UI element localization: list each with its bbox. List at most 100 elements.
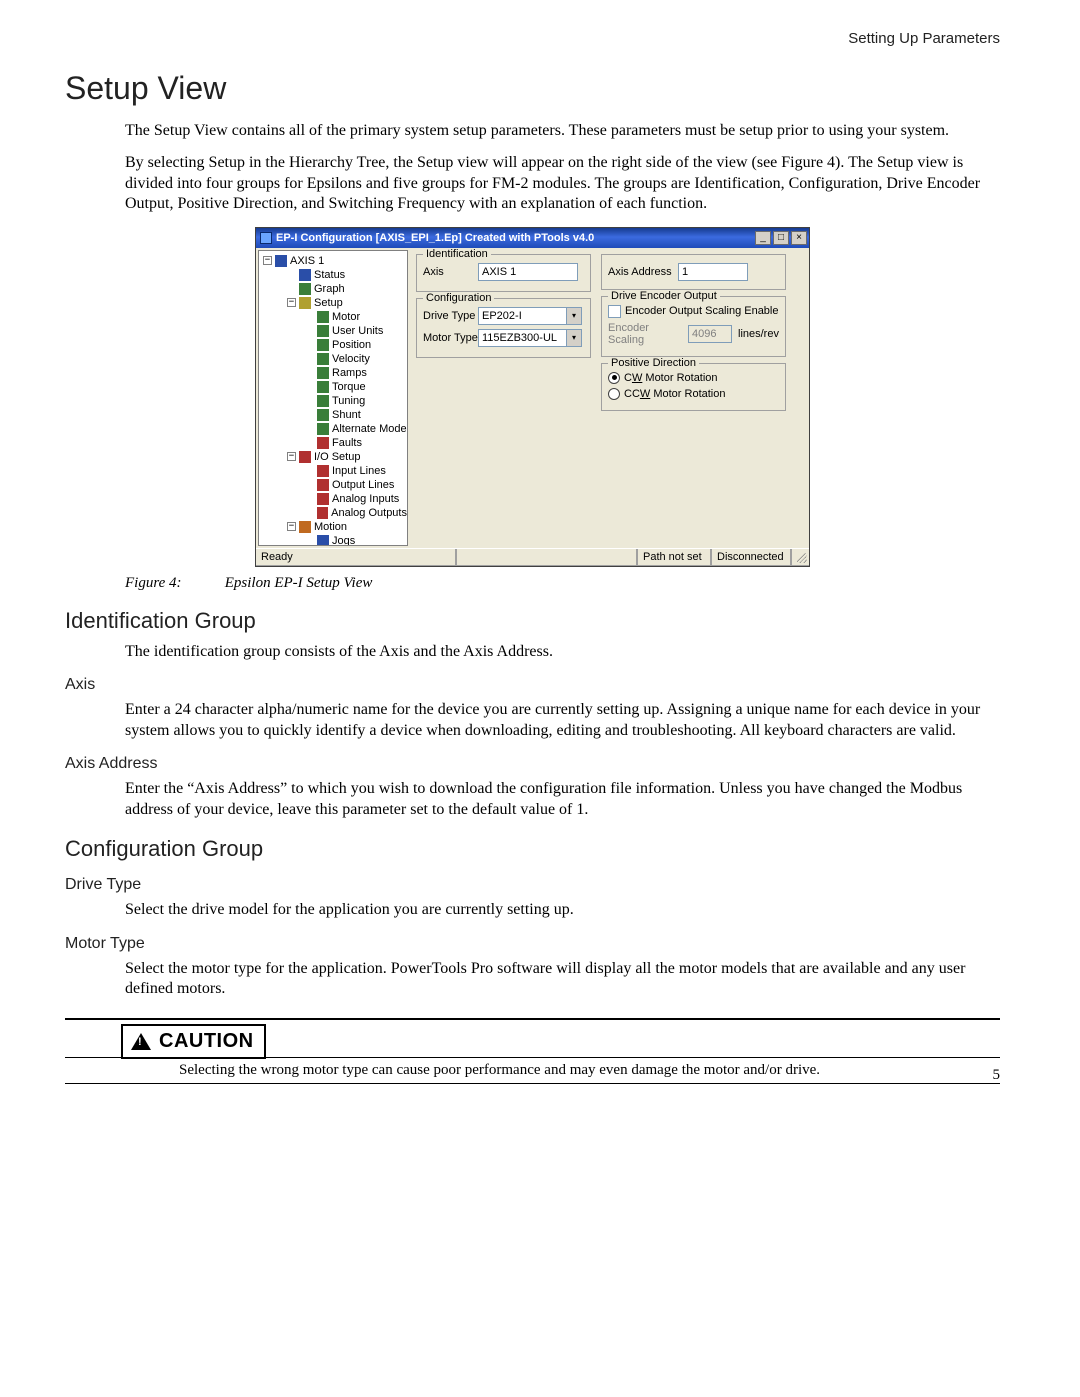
figure-caption: Figure 4: Epsilon EP-I Setup View	[125, 575, 1000, 592]
tree-item-input-lines[interactable]: Input Lines	[261, 464, 407, 478]
tree-item-motor[interactable]: Motor	[261, 310, 407, 324]
encoder-scaling-units: lines/rev	[738, 328, 779, 340]
radio-ccw[interactable]	[608, 388, 620, 400]
tree-item-tuning[interactable]: Tuning	[261, 394, 407, 408]
group-title: Identification	[423, 248, 491, 260]
tree-root-label: AXIS 1	[290, 254, 324, 268]
status-bar: Ready Path not set Disconnected	[256, 548, 809, 566]
header-right: Setting Up Parameters	[848, 30, 1000, 47]
tree-item-user-units[interactable]: User Units	[261, 324, 407, 338]
group-identification-right: . Axis Address 1	[601, 254, 786, 290]
tree-item-status[interactable]: Status	[261, 268, 407, 282]
heading-motor-type: Motor Type	[65, 935, 1000, 953]
heading-identification-group: Identification Group	[65, 608, 1000, 634]
tree-item-alternate-mode[interactable]: Alternate Mode	[261, 422, 407, 436]
tree-item-analog-outputs[interactable]: Analog Outputs	[261, 506, 407, 520]
tree-item-setup[interactable]: −Setup	[261, 296, 407, 310]
maximize-button[interactable]: □	[773, 231, 789, 245]
tree-item-label: Graph	[314, 282, 345, 296]
tree-item-label: Output Lines	[332, 478, 394, 492]
tree-item-ramps[interactable]: Ramps	[261, 366, 407, 380]
tree-item-io-setup[interactable]: −I/O Setup	[261, 450, 407, 464]
drive-type-body: Select the drive model for the applicati…	[125, 900, 1000, 920]
tree-item-shunt[interactable]: Shunt	[261, 408, 407, 422]
tree-item-label: Shunt	[332, 408, 361, 422]
dropdown-icon[interactable]: ▾	[566, 307, 582, 325]
axis-address-input[interactable]: 1	[678, 263, 748, 281]
axis-body: Enter a 24 character alpha/numeric name …	[125, 700, 1000, 741]
group-positive-direction: Positive Direction CW Motor Rotation CCW…	[601, 363, 786, 411]
tree-item-label: Velocity	[332, 352, 370, 366]
group-configuration: Configuration Drive Type EP202-I ▾	[416, 298, 591, 358]
drive-type-select[interactable]: EP202-I ▾	[478, 307, 582, 325]
group-title: Configuration	[423, 292, 494, 304]
form-pane: Identification Axis AXIS 1 Configuration…	[410, 250, 807, 546]
tree-item-label: Faults	[332, 436, 362, 450]
caution-label: CAUTION	[159, 1030, 254, 1053]
tree-item-faults[interactable]: Faults	[261, 436, 407, 450]
close-button[interactable]: ×	[791, 231, 807, 245]
tree-item-label: Analog Inputs	[332, 492, 399, 506]
dropdown-icon[interactable]: ▾	[566, 329, 582, 347]
tree-item-velocity[interactable]: Velocity	[261, 352, 407, 366]
tree-item-label: Position	[332, 338, 371, 352]
tree-item-graph[interactable]: Graph	[261, 282, 407, 296]
axis-address-body: Enter the “Axis Address” to which you wi…	[125, 779, 1000, 820]
radio-cw[interactable]	[608, 372, 620, 384]
resize-grip-icon[interactable]	[791, 549, 809, 566]
motor-type-value: 115EZB300-UL	[478, 329, 566, 347]
window-title: EP-I Configuration [AXIS_EPI_1.Ep] Creat…	[276, 232, 755, 244]
tree-item-position[interactable]: Position	[261, 338, 407, 352]
minimize-button[interactable]: _	[755, 231, 771, 245]
drive-type-value: EP202-I	[478, 307, 566, 325]
tree-item-label: User Units	[332, 324, 383, 338]
encoder-output-scaling-enable-label: Encoder Output Scaling Enable	[625, 305, 779, 317]
axis-address-label: Axis Address	[608, 266, 678, 278]
axis-input[interactable]: AXIS 1	[478, 263, 578, 281]
warning-triangle-icon	[131, 1033, 151, 1050]
tree-root[interactable]: −AXIS 1	[261, 254, 407, 268]
tree-item-motion[interactable]: −Motion	[261, 520, 407, 534]
figure-caption-text: Epsilon EP-I Setup View	[225, 575, 373, 591]
status-mid	[456, 549, 637, 566]
tree-item-output-lines[interactable]: Output Lines	[261, 478, 407, 492]
ccw-motor-rotation-radio-row[interactable]: CCW Motor Rotation	[608, 388, 779, 400]
app-window: EP-I Configuration [AXIS_EPI_1.Ep] Creat…	[255, 227, 810, 567]
caution-text: Selecting the wrong motor type can cause…	[179, 1062, 1000, 1079]
status-connection: Disconnected	[711, 549, 791, 566]
tree-item-label: Input Lines	[332, 464, 386, 478]
cw-label: CW Motor Rotation	[624, 372, 718, 384]
tree-item-torque[interactable]: Torque	[261, 380, 407, 394]
tree-item-label: Setup	[314, 296, 343, 310]
encoder-scaling-label: Encoder Scaling	[608, 322, 688, 346]
ccw-label: CCW Motor Rotation	[624, 388, 725, 400]
footer-rule	[65, 1057, 1000, 1058]
tree-item-analog-inputs[interactable]: Analog Inputs	[261, 492, 407, 506]
group-title: Drive Encoder Output	[608, 290, 720, 302]
app-icon	[260, 232, 272, 244]
status-ready: Ready	[256, 549, 456, 566]
page-title: Setup View	[65, 70, 1000, 107]
tree-item-label: Torque	[332, 380, 366, 394]
figure-label: Figure 4:	[125, 575, 221, 592]
tree-pane[interactable]: −AXIS 1 Status Graph −Setup Motor User U…	[258, 250, 408, 546]
tree-item-label: Alternate Mode	[332, 422, 407, 436]
tree-item-label: Ramps	[332, 366, 367, 380]
group-identification: Identification Axis AXIS 1	[416, 254, 591, 292]
heading-drive-type: Drive Type	[65, 876, 1000, 894]
group-drive-encoder-output: Drive Encoder Output Encoder Output Scal…	[601, 296, 786, 357]
tree-item-jogs[interactable]: Jogs	[261, 534, 407, 546]
heading-axis-address: Axis Address	[65, 755, 1000, 773]
tree-item-label: Jogs	[332, 534, 355, 546]
tree-item-label: Status	[314, 268, 345, 282]
encoder-output-scaling-enable-checkbox[interactable]	[608, 305, 621, 318]
intro-paragraph-2: By selecting Setup in the Hierarchy Tree…	[125, 153, 1000, 214]
page-number: 5	[993, 1067, 1001, 1084]
tree-item-label: I/O Setup	[314, 450, 360, 464]
motor-type-body: Select the motor type for the applicatio…	[125, 959, 1000, 1000]
title-bar[interactable]: EP-I Configuration [AXIS_EPI_1.Ep] Creat…	[256, 228, 809, 248]
motor-type-label: Motor Type	[423, 332, 478, 344]
cw-motor-rotation-radio-row[interactable]: CW Motor Rotation	[608, 372, 779, 384]
motor-type-select[interactable]: 115EZB300-UL ▾	[478, 329, 582, 347]
caution-box: CAUTION	[121, 1024, 266, 1059]
